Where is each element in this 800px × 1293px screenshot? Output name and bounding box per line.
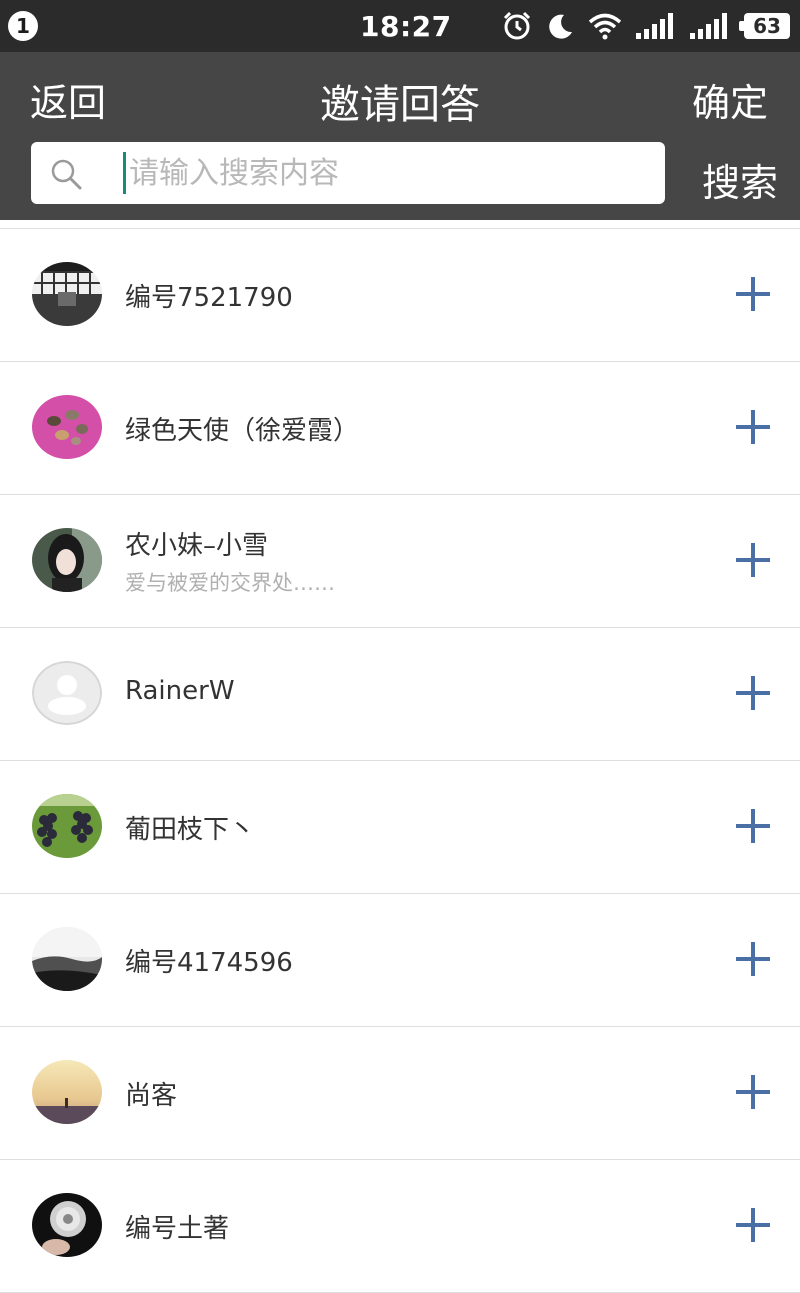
avatar xyxy=(32,794,102,858)
list-item[interactable]: 葡田枝下丶 xyxy=(0,761,800,894)
list-item[interactable]: 编号4174596 xyxy=(0,894,800,1027)
page-title: 邀请回答 xyxy=(320,82,480,128)
moon-icon xyxy=(549,14,572,39)
confirm-button[interactable]: 确定 xyxy=(692,72,768,127)
list-item[interactable]: RainerW xyxy=(0,628,800,761)
header-bar: 返回 邀请回答 确定 搜索 xyxy=(0,52,800,220)
user-name: 葡田枝下丶 xyxy=(125,815,256,845)
signal-2-icon xyxy=(690,13,727,39)
avatar xyxy=(32,395,102,459)
status-bar: 1 18:27 63 xyxy=(0,0,800,52)
user-name: 编号土著 xyxy=(125,1214,230,1244)
avatar xyxy=(32,1193,102,1257)
battery-icon: 63 xyxy=(739,13,790,39)
add-user-button[interactable] xyxy=(736,1075,770,1109)
notification-badge: 1 xyxy=(8,11,38,41)
status-icons: 63 xyxy=(502,8,790,44)
add-user-button[interactable] xyxy=(736,543,770,577)
user-name: 编号4174596 xyxy=(125,948,293,978)
user-name: 尚客 xyxy=(125,1081,178,1111)
add-user-button[interactable] xyxy=(736,942,770,976)
avatar xyxy=(32,927,102,991)
signal-1-icon xyxy=(636,13,673,39)
user-name: RainerW xyxy=(125,676,235,706)
user-name: 绿色天使（徐爱霞） xyxy=(125,416,360,446)
user-name: 农小妹–小雪 xyxy=(125,531,269,561)
add-user-button[interactable] xyxy=(736,410,770,444)
search-box[interactable] xyxy=(31,142,665,204)
avatar xyxy=(32,528,102,592)
user-name: 编号7521790 xyxy=(125,283,293,313)
status-time: 18:27 xyxy=(360,10,452,43)
list-item[interactable]: 编号7521790 xyxy=(0,229,800,362)
alarm-icon xyxy=(503,11,531,40)
add-user-button[interactable] xyxy=(736,676,770,710)
search-input[interactable] xyxy=(129,148,649,198)
search-button[interactable]: 搜索 xyxy=(702,152,778,207)
wifi-icon xyxy=(588,13,622,40)
avatar xyxy=(32,1060,102,1124)
user-signature: 爱与被爱的交界处…… xyxy=(125,571,335,595)
user-list: 编号7521790 绿色天使（徐爱霞） 农小妹–小雪 爱与被爱的交界处…… Ra… xyxy=(0,228,800,1293)
list-item[interactable]: 绿色天使（徐爱霞） xyxy=(0,362,800,495)
text-cursor xyxy=(123,152,126,194)
add-user-button[interactable] xyxy=(736,277,770,311)
search-icon xyxy=(51,159,82,190)
list-item[interactable]: 编号土著 xyxy=(0,1160,800,1293)
avatar xyxy=(32,262,102,326)
add-user-button[interactable] xyxy=(736,1208,770,1242)
default-avatar-icon xyxy=(32,661,102,725)
add-user-button[interactable] xyxy=(736,809,770,843)
list-item[interactable]: 尚客 xyxy=(0,1027,800,1160)
list-item[interactable]: 农小妹–小雪 爱与被爱的交界处…… xyxy=(0,495,800,628)
